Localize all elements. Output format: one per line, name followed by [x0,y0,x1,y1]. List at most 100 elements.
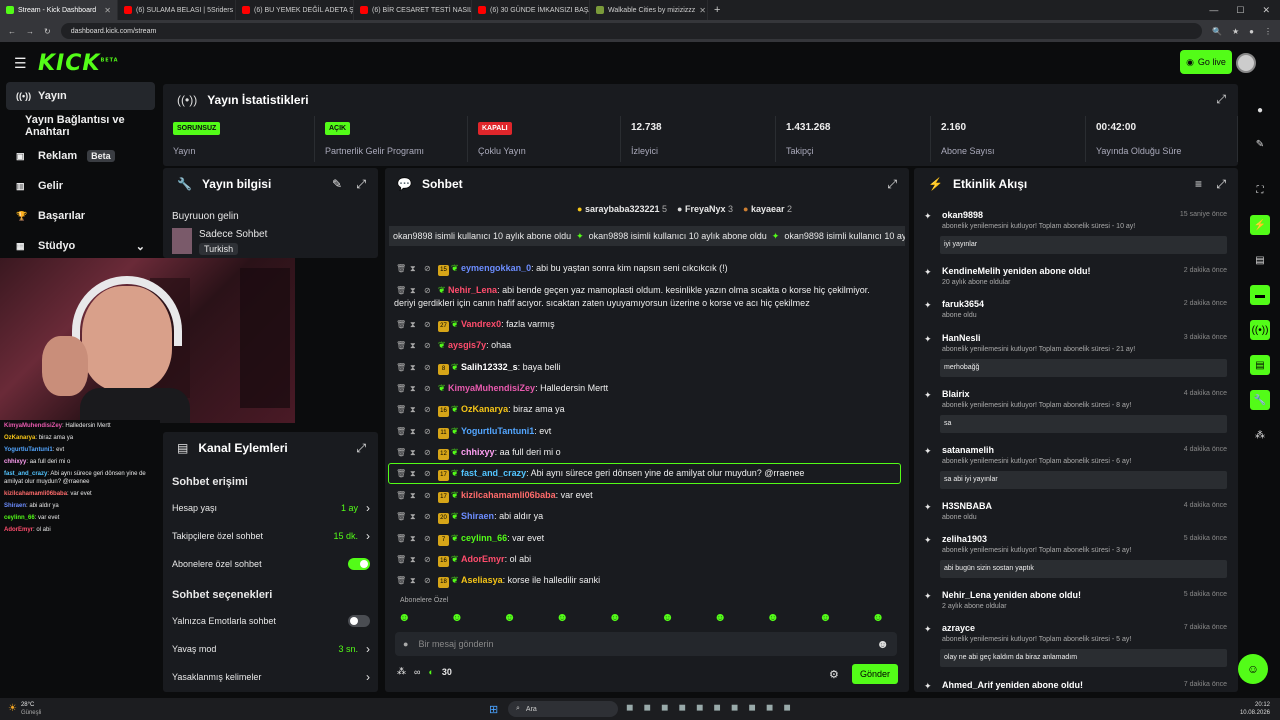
emote-icon[interactable]: ☻ [872,610,885,624]
activity-name[interactable]: Blairix [942,389,970,399]
clock[interactable]: 20:12 10.08.2026 [1240,701,1270,717]
activity-name[interactable]: zeliha1903 [942,534,987,544]
browser-tab[interactable]: Stream - Kick Dashboard ✕ [0,0,118,20]
emote-icon[interactable]: ☻ [451,610,464,624]
ban-icon[interactable]: ⊘ [424,405,438,414]
reload-icon[interactable]: ↻ [44,27,51,36]
chat-message[interactable]: 🗑 ⧗ ⊘ 16 ❦ AdorEmyr: ol abi [396,554,531,567]
chat-message[interactable]: 🗑 ⧗ ⊘ 12 ❦ chhixyy: aa full deri mi o [396,447,561,460]
nav-item-3[interactable]: ▥ Gelir [6,172,155,200]
chat-username[interactable]: eymengokkan_0 [461,263,531,273]
emote-icon[interactable]: ☻ [661,610,674,624]
filter-icon[interactable]: ≡ [1195,177,1202,191]
nav-item-0[interactable]: ((•)) Yayın [6,82,155,110]
gifter-entry[interactable]: ● FreyaNyx 3 [677,204,733,214]
taskbar-search[interactable]: ⌕ Ara [508,701,618,717]
app-icon[interactable]: ◼ [731,702,738,713]
ban-icon[interactable]: ⊘ [424,363,438,372]
delete-icon[interactable]: 🗑 [396,384,410,393]
toggle-on[interactable] [348,558,370,570]
chat-username[interactable]: Aseliasya [461,575,503,585]
chat-message[interactable]: 🗑 ⧗ ⊘ 17 ❦ kizilcahamamli06baba: var evet [396,490,593,503]
bookmark-star-icon[interactable]: ★ [1232,27,1239,36]
hamburger-icon[interactable]: ☰ [14,55,27,72]
ban-icon[interactable]: ⊘ [424,427,438,436]
chat-username[interactable]: YogurtluTantuni1 [461,426,534,436]
store-icon[interactable]: ◼ [661,702,668,713]
delete-icon[interactable]: 🗑 [396,534,410,543]
infinity-icon[interactable]: ∞ [414,667,420,677]
timeout-icon[interactable]: ⧗ [410,341,424,351]
weather-widget[interactable]: ☀ 28°C Güneşli [8,701,41,717]
gifter-entry[interactable]: ● saraybaba323221 5 [577,204,667,214]
popout-icon[interactable]: ⤢ [887,177,897,192]
timeout-icon[interactable]: ⧗ [410,286,424,296]
chat-username[interactable]: KimyaMuhendisiZey [448,383,535,393]
chat-username[interactable]: aysgis7y [448,340,486,350]
chat-username[interactable]: chhixyy [461,447,495,457]
timeout-icon[interactable]: ⧗ [410,320,424,330]
activity-name[interactable]: okan9898 [942,210,983,220]
popout-icon[interactable]: ⤢ [1216,92,1226,107]
toggle-off[interactable] [348,615,370,627]
browser-tab[interactable]: (6) 30 GÜNDE İMKANSIZI BAŞA...✕ [472,0,590,20]
browser-tab[interactable]: (6) SULAMA BELASI | 5Sriders |✕ [118,0,236,20]
edit-icon[interactable]: ✎ [1250,134,1270,154]
list-icon[interactable]: ▤ [1250,355,1270,375]
ban-icon[interactable]: ⊘ [424,286,438,295]
ban-icon[interactable]: ⊘ [424,384,438,393]
nav-item-2[interactable]: ▣ Reklam Beta [6,142,155,170]
obs-icon[interactable]: ◼ [748,702,755,713]
chat-username[interactable]: ceylinn_66 [461,533,507,543]
activity-name[interactable]: KendineMelih yeniden abone oldu! [942,266,1091,276]
delete-icon[interactable]: 🗑 [396,427,410,436]
ban-icon[interactable]: ⊘ [424,534,438,543]
ban-icon[interactable]: ⊘ [424,341,438,350]
activity-name[interactable]: Ahmed_Arif yeniden abone oldu! [942,680,1083,690]
doc-icon[interactable]: ▤ [1250,250,1270,270]
zoom-icon[interactable]: 🔍 [1212,27,1222,36]
activity-name[interactable]: azrayce [942,623,975,633]
mail-icon[interactable]: ◼ [696,702,703,713]
chat-username[interactable]: Shiraen [461,511,494,521]
activity-name[interactable]: Nehir_Lena yeniden abone oldu! [942,590,1081,600]
chat-message[interactable]: 🗑 ⧗ ⊘ 16 ❦ OzKanarya: biraz ama ya [396,404,565,417]
language-tag[interactable]: Turkish [199,243,239,255]
delete-icon[interactable]: 🗑 [396,405,410,414]
settings-icon[interactable]: ◼ [783,702,790,713]
users-icon[interactable]: ⁂ [397,666,406,677]
chat-message[interactable]: 🗑 ⧗ ⊘ ❦ aysgis7y: ohaa [396,340,511,351]
emote-icon[interactable]: ☻ [819,610,832,624]
chat-message[interactable]: 🗑 ⧗ ⊘ 11 ❦ YogurtluTantuni1: evt [396,426,551,439]
timeout-icon[interactable]: ⧗ [410,264,424,274]
bolt-icon[interactable]: ⚡ [1250,215,1270,235]
forward-icon[interactable]: → [26,27,34,36]
timeout-icon[interactable]: ⧗ [410,427,424,437]
chat-message[interactable]: 🗑 ⧗ ⊘ 15 ❦ eymengokkan_0: abi bu yaştan sonr… [396,263,728,276]
info-icon[interactable]: ● [1250,100,1270,120]
widgets-icon[interactable]: ◼ [626,702,633,713]
popout-icon[interactable]: ⤢ [356,177,366,192]
emote-icon[interactable]: ☻ [503,610,516,624]
delete-icon[interactable]: 🗑 [396,286,410,295]
media-icon[interactable]: ◼ [766,702,773,713]
back-icon[interactable]: ← [8,27,16,36]
emote-icon[interactable]: ☻ [556,610,569,624]
chat-username[interactable]: Salih12332_s [461,362,518,372]
gifter-entry[interactable]: ● kayaear 2 [743,204,792,214]
emote-icon[interactable]: ☻ [398,610,411,624]
delete-icon[interactable]: 🗑 [396,320,410,329]
send-button[interactable]: Gönder [852,664,898,684]
emote-icon[interactable]: ☻ [714,610,727,624]
timeout-icon[interactable]: ⧗ [410,491,424,501]
ban-icon[interactable]: ⊘ [424,512,438,521]
emote-icon[interactable]: ☻ [766,610,779,624]
crop-icon[interactable]: ⛶ [1250,180,1270,200]
delete-icon[interactable]: 🗑 [396,341,410,350]
nav-item-4[interactable]: 🏆 Başarılar [6,202,155,230]
chat-username[interactable]: Vandrex0 [461,319,501,329]
delete-icon[interactable]: 🗑 [396,491,410,500]
delete-icon[interactable]: 🗑 [396,555,410,564]
timeout-icon[interactable]: ⧗ [410,512,424,522]
delete-icon[interactable]: 🗑 [396,363,410,372]
